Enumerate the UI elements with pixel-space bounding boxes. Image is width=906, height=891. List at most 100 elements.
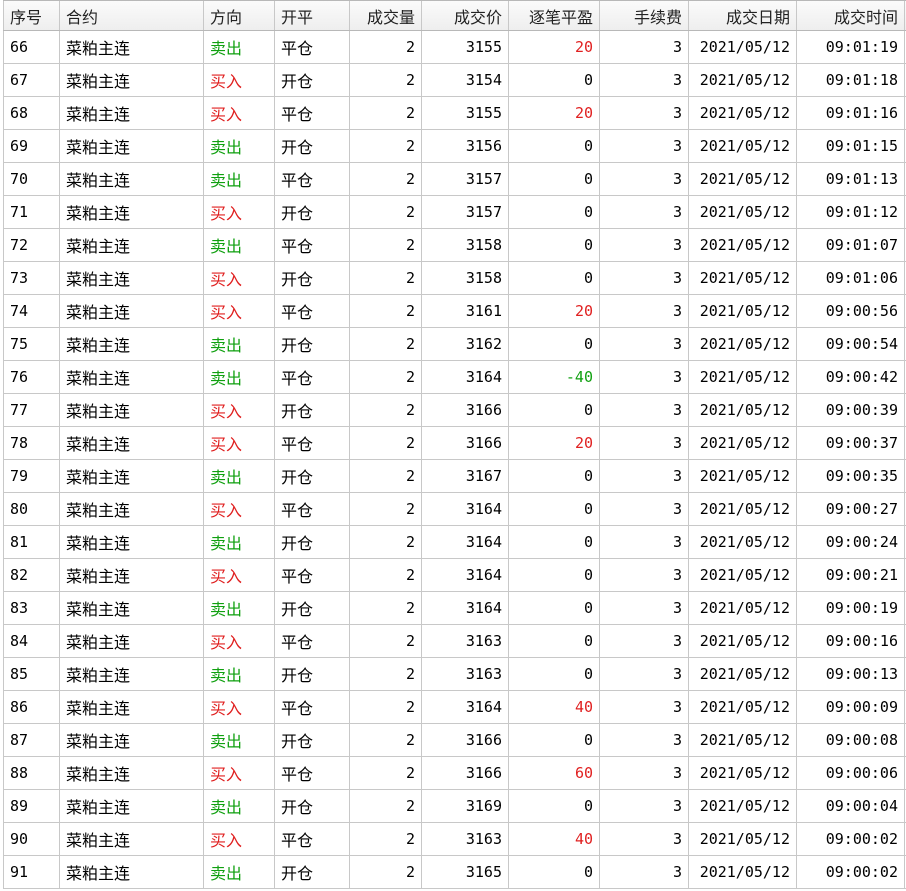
- table-row[interactable]: 91 菜粕主连 卖出 开仓 2 3165 0 3 2021/05/12 09:00:02: [3, 856, 906, 889]
- cell-contract: 菜粕主连: [60, 823, 204, 855]
- cell-pnl: 0: [509, 64, 600, 96]
- table-row[interactable]: 82 菜粕主连 买入 平仓 2 3164 0 3 2021/05/12 09:00:21: [3, 559, 906, 592]
- cell-date: 2021/05/12: [689, 625, 797, 657]
- cell-open-close: 平仓: [275, 691, 350, 723]
- cell-date: 2021/05/12: [689, 196, 797, 228]
- cell-direction: 买入: [204, 823, 275, 855]
- cell-open-close: 开仓: [275, 394, 350, 426]
- cell-volume: 2: [350, 592, 422, 624]
- cell-time: 09:00:24: [797, 526, 905, 558]
- cell-pnl: 0: [509, 130, 600, 162]
- table-row[interactable]: 68 菜粕主连 买入 平仓 2 3155 20 3 2021/05/12 09:01:16: [3, 97, 906, 130]
- table-row[interactable]: 79 菜粕主连 卖出 开仓 2 3167 0 3 2021/05/12 09:00:35: [3, 460, 906, 493]
- cell-contract: 菜粕主连: [60, 97, 204, 129]
- cell-date: 2021/05/12: [689, 163, 797, 195]
- cell-open-close: 平仓: [275, 361, 350, 393]
- cell-volume: 2: [350, 196, 422, 228]
- table-row[interactable]: 84 菜粕主连 买入 平仓 2 3163 0 3 2021/05/12 09:00:16: [3, 625, 906, 658]
- cell-index: 74: [3, 295, 60, 327]
- cell-contract: 菜粕主连: [60, 163, 204, 195]
- cell-index: 71: [3, 196, 60, 228]
- table-row[interactable]: 90 菜粕主连 买入 平仓 2 3163 40 3 2021/05/12 09:00:02: [3, 823, 906, 856]
- cell-open-close: 平仓: [275, 31, 350, 63]
- cell-fee: 3: [600, 493, 689, 525]
- column-header-index[interactable]: 序号: [3, 1, 60, 30]
- cell-contract: 菜粕主连: [60, 394, 204, 426]
- table-row[interactable]: 75 菜粕主连 卖出 开仓 2 3162 0 3 2021/05/12 09:00:54: [3, 328, 906, 361]
- table-row[interactable]: 67 菜粕主连 买入 开仓 2 3154 0 3 2021/05/12 09:01:18: [3, 64, 906, 97]
- cell-time: 09:00:27: [797, 493, 905, 525]
- cell-price: 3163: [422, 823, 509, 855]
- cell-contract: 菜粕主连: [60, 790, 204, 822]
- table-row[interactable]: 88 菜粕主连 买入 平仓 2 3166 60 3 2021/05/12 09:00:06: [3, 757, 906, 790]
- table-row[interactable]: 77 菜粕主连 买入 开仓 2 3166 0 3 2021/05/12 09:00:39: [3, 394, 906, 427]
- column-header-date[interactable]: 成交日期: [689, 1, 797, 30]
- column-header-volume[interactable]: 成交量: [350, 1, 422, 30]
- column-header-direction[interactable]: 方向: [204, 1, 275, 30]
- cell-date: 2021/05/12: [689, 31, 797, 63]
- table-row[interactable]: 74 菜粕主连 买入 平仓 2 3161 20 3 2021/05/12 09:00:56: [3, 295, 906, 328]
- cell-fee: 3: [600, 856, 689, 888]
- cell-pnl: 40: [509, 823, 600, 855]
- trade-records-table: 序号 合约 方向 开平 成交量 成交价 逐笔平盈 手续费 成交日期 成交时间 6…: [3, 0, 906, 889]
- table-row[interactable]: 69 菜粕主连 卖出 开仓 2 3156 0 3 2021/05/12 09:01:15: [3, 130, 906, 163]
- cell-index: 77: [3, 394, 60, 426]
- cell-time: 09:01:19: [797, 31, 905, 63]
- cell-direction: 买入: [204, 64, 275, 96]
- column-header-fee[interactable]: 手续费: [600, 1, 689, 30]
- cell-open-close: 平仓: [275, 97, 350, 129]
- table-row[interactable]: 85 菜粕主连 卖出 开仓 2 3163 0 3 2021/05/12 09:00:13: [3, 658, 906, 691]
- cell-pnl: -40: [509, 361, 600, 393]
- cell-time: 09:01:07: [797, 229, 905, 261]
- column-header-price[interactable]: 成交价: [422, 1, 509, 30]
- cell-fee: 3: [600, 64, 689, 96]
- cell-volume: 2: [350, 757, 422, 789]
- table-row[interactable]: 66 菜粕主连 卖出 平仓 2 3155 20 3 2021/05/12 09:01:19: [3, 31, 906, 64]
- table-row[interactable]: 86 菜粕主连 买入 平仓 2 3164 40 3 2021/05/12 09:00:09: [3, 691, 906, 724]
- column-header-time[interactable]: 成交时间: [797, 1, 905, 30]
- cell-direction: 买入: [204, 295, 275, 327]
- column-header-pnl[interactable]: 逐笔平盈: [509, 1, 600, 30]
- cell-fee: 3: [600, 526, 689, 558]
- cell-pnl: 20: [509, 295, 600, 327]
- table-body: 66 菜粕主连 卖出 平仓 2 3155 20 3 2021/05/12 09:01:19 67 菜粕…: [3, 31, 906, 889]
- cell-pnl: 0: [509, 460, 600, 492]
- cell-time: 09:00:02: [797, 856, 905, 888]
- cell-volume: 2: [350, 328, 422, 360]
- column-header-open-close[interactable]: 开平: [275, 1, 350, 30]
- cell-price: 3156: [422, 130, 509, 162]
- cell-date: 2021/05/12: [689, 361, 797, 393]
- table-row[interactable]: 73 菜粕主连 买入 开仓 2 3158 0 3 2021/05/12 09:01:06: [3, 262, 906, 295]
- cell-time: 09:00:16: [797, 625, 905, 657]
- table-row[interactable]: 81 菜粕主连 卖出 开仓 2 3164 0 3 2021/05/12 09:00:24: [3, 526, 906, 559]
- cell-time: 09:00:19: [797, 592, 905, 624]
- table-row[interactable]: 70 菜粕主连 卖出 平仓 2 3157 0 3 2021/05/12 09:01:13: [3, 163, 906, 196]
- cell-direction: 买入: [204, 625, 275, 657]
- cell-price: 3163: [422, 625, 509, 657]
- column-header-contract[interactable]: 合约: [60, 1, 204, 30]
- cell-contract: 菜粕主连: [60, 196, 204, 228]
- cell-time: 09:00:39: [797, 394, 905, 426]
- table-row[interactable]: 83 菜粕主连 卖出 开仓 2 3164 0 3 2021/05/12 09:00:19: [3, 592, 906, 625]
- table-row[interactable]: 72 菜粕主连 卖出 平仓 2 3158 0 3 2021/05/12 09:01:07: [3, 229, 906, 262]
- cell-date: 2021/05/12: [689, 427, 797, 459]
- cell-pnl: 0: [509, 328, 600, 360]
- cell-fee: 3: [600, 196, 689, 228]
- cell-pnl: 0: [509, 559, 600, 591]
- table-row[interactable]: 89 菜粕主连 卖出 开仓 2 3169 0 3 2021/05/12 09:00:04: [3, 790, 906, 823]
- table-header: 序号 合约 方向 开平 成交量 成交价 逐笔平盈 手续费 成交日期 成交时间: [3, 0, 906, 31]
- cell-date: 2021/05/12: [689, 394, 797, 426]
- cell-fee: 3: [600, 361, 689, 393]
- table-row[interactable]: 76 菜粕主连 卖出 平仓 2 3164 -40 3 2021/05/12 09:00:42: [3, 361, 906, 394]
- cell-price: 3166: [422, 724, 509, 756]
- table-row[interactable]: 71 菜粕主连 买入 开仓 2 3157 0 3 2021/05/12 09:01:12: [3, 196, 906, 229]
- cell-time: 09:01:16: [797, 97, 905, 129]
- cell-open-close: 开仓: [275, 658, 350, 690]
- table-row[interactable]: 78 菜粕主连 买入 平仓 2 3166 20 3 2021/05/12 09:00:37: [3, 427, 906, 460]
- cell-open-close: 开仓: [275, 460, 350, 492]
- cell-volume: 2: [350, 526, 422, 558]
- cell-pnl: 20: [509, 97, 600, 129]
- cell-contract: 菜粕主连: [60, 724, 204, 756]
- table-row[interactable]: 80 菜粕主连 买入 平仓 2 3164 0 3 2021/05/12 09:00:27: [3, 493, 906, 526]
- table-row[interactable]: 87 菜粕主连 卖出 开仓 2 3166 0 3 2021/05/12 09:00:08: [3, 724, 906, 757]
